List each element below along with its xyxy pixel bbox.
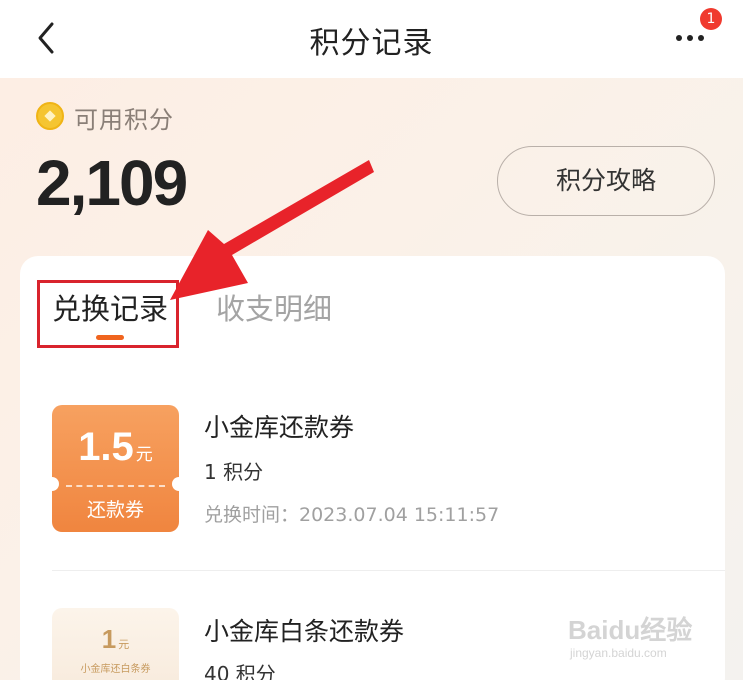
baidu-watermark: Baidu经验 jingyan.baidu.com: [568, 610, 708, 670]
coupon-amount: 1.5 元: [78, 425, 153, 469]
coupon-notch-left: [52, 477, 59, 491]
tab-income-expense-details[interactable]: 收支明细: [216, 286, 332, 328]
coupon-divider: [66, 485, 165, 487]
row-divider: [52, 570, 725, 571]
more-options-icon[interactable]: [672, 28, 712, 48]
available-points-label: 可用积分: [74, 106, 174, 134]
coin-icon: [36, 102, 64, 130]
coupon-notch-right: [172, 477, 179, 491]
repayment-coupon-badge[interactable]: 1.5 元 还款券: [52, 405, 179, 532]
annotation-highlight-box: [37, 280, 179, 348]
coupon-type: 还款券: [86, 499, 144, 521]
record-title[interactable]: 小金库还款券: [204, 408, 354, 444]
points-guide-button[interactable]: 积分攻略: [497, 146, 715, 216]
page-title: 积分记录: [309, 26, 434, 61]
record-points: 40 积分: [204, 662, 276, 680]
watermark-main: Baidu经验: [568, 615, 693, 645]
available-points-value: 2,109: [36, 147, 188, 219]
coupon-amount: 1元: [101, 624, 130, 654]
record-title[interactable]: 小金库白条还款券: [204, 612, 404, 648]
record-points: 1 积分: [204, 460, 264, 484]
baitiao-coupon-badge[interactable]: 1元 小金库还白条券: [52, 608, 179, 680]
notification-badge: 1: [700, 8, 722, 30]
watermark-sub: jingyan.baidu.com: [570, 646, 667, 660]
record-time: 兑换时间：2023.07.04 15:11:57: [204, 504, 500, 526]
coupon-type: 小金库还白条券: [80, 664, 151, 675]
